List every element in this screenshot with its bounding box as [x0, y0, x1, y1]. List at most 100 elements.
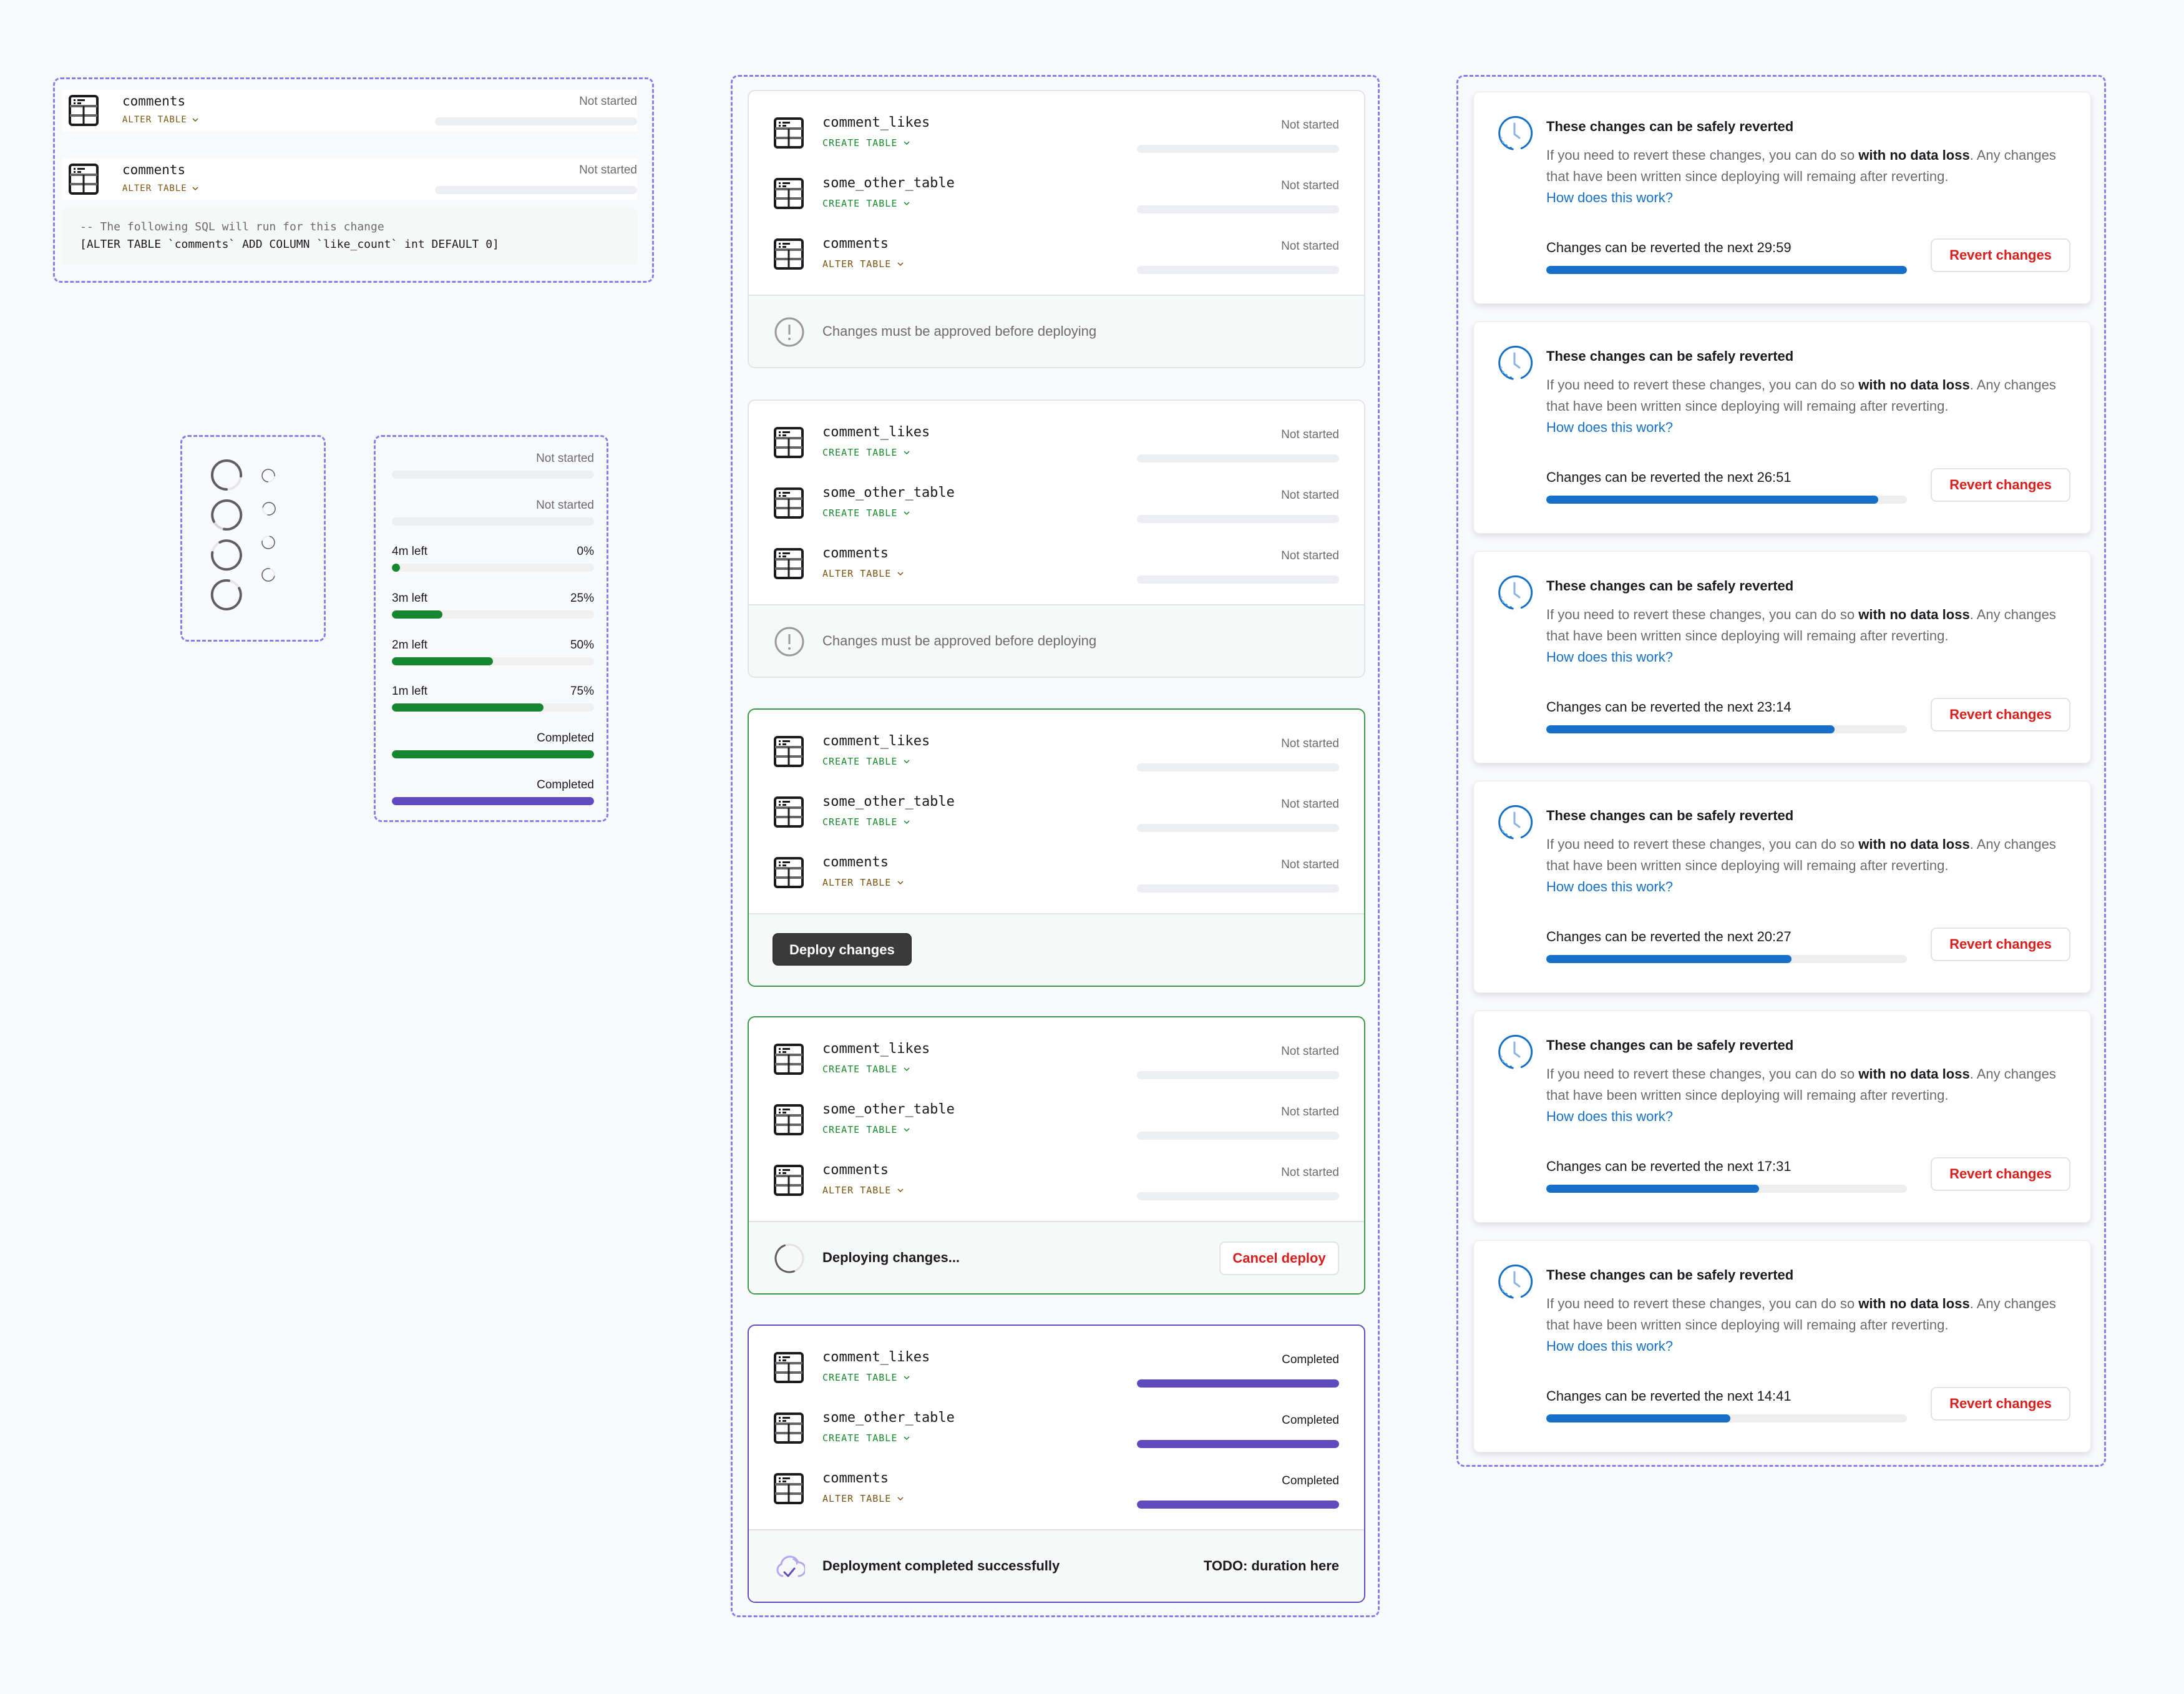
- cancel-deploy-button[interactable]: Cancel deploy: [1219, 1241, 1339, 1275]
- table-change-row: some_other_table CREATE TABLE Not started: [749, 785, 1364, 845]
- row-progress-bar: [1137, 1501, 1339, 1509]
- change-type-toggle[interactable]: CREATE TABLE: [822, 756, 911, 767]
- change-type-toggle[interactable]: ALTER TABLE: [822, 258, 905, 270]
- chevron-up-icon: [192, 187, 198, 191]
- card-footer: Deploying changes... Cancel deploy: [749, 1221, 1364, 1293]
- countdown-time: 29:59: [1757, 240, 1792, 255]
- revert-description: If you need to revert these changes, you…: [1546, 834, 2070, 898]
- how-does-this-work-link[interactable]: How does this work?: [1546, 876, 2070, 898]
- change-type-toggle[interactable]: ALTER TABLE: [122, 184, 200, 193]
- progress-track: [392, 703, 594, 712]
- clock-countdown-icon: [1496, 1034, 1534, 1071]
- table-icon: [774, 796, 804, 828]
- change-type-toggle[interactable]: ALTER TABLE: [822, 1185, 905, 1196]
- how-does-this-work-link[interactable]: How does this work?: [1546, 417, 2070, 438]
- change-type-toggle[interactable]: CREATE TABLE: [822, 816, 911, 828]
- change-type-toggle[interactable]: CREATE TABLE: [822, 1432, 911, 1444]
- revert-window-progress: [1546, 725, 1907, 733]
- how-does-this-work-link[interactable]: How does this work?: [1546, 187, 2070, 208]
- change-type-toggle[interactable]: CREATE TABLE: [822, 1372, 911, 1383]
- revert-changes-button[interactable]: Revert changes: [1931, 1157, 2070, 1191]
- card-footer: Changes must be approved before deployin…: [749, 295, 1364, 367]
- how-does-this-work-link[interactable]: How does this work?: [1546, 1106, 2070, 1127]
- completion-message: Deployment completed successfully: [822, 1558, 1060, 1574]
- progress-value: Completed: [537, 732, 594, 745]
- deploy-card-completed: comment_likes CREATE TABLE Completed some_o…: [748, 1324, 1365, 1603]
- progress-time-left: 3m left: [392, 592, 428, 605]
- countdown-time: 26:51: [1757, 469, 1792, 485]
- progress-track: [392, 797, 594, 805]
- change-type-toggle[interactable]: CREATE TABLE: [822, 447, 911, 458]
- change-type-toggle[interactable]: ALTER TABLE: [822, 568, 905, 579]
- change-type-toggle[interactable]: ALTER TABLE: [822, 877, 905, 888]
- progress-item: Not started: [392, 499, 594, 536]
- change-type-toggle[interactable]: ALTER TABLE: [822, 1493, 905, 1504]
- deploy-card-needs-approval: comment_likes CREATE TABLE Not started some…: [748, 90, 1365, 368]
- change-type-label: CREATE TABLE: [822, 1432, 898, 1444]
- countdown-prefix: Changes can be reverted the next: [1546, 469, 1757, 485]
- deploy-changes-button[interactable]: Deploy changes: [773, 933, 912, 966]
- table-icon: [69, 95, 99, 126]
- change-type-toggle[interactable]: CREATE TABLE: [822, 507, 911, 519]
- revert-window-progress: [1546, 496, 1907, 504]
- clock-countdown-icon: [1496, 1263, 1534, 1301]
- how-does-this-work-link[interactable]: How does this work?: [1546, 647, 2070, 668]
- revert-description-emphasis: with no data loss: [1858, 377, 1970, 393]
- change-type-label: CREATE TABLE: [822, 816, 898, 828]
- progress-value: Not started: [536, 499, 594, 512]
- table-name: comment_likes: [822, 1349, 930, 1365]
- change-type-label: ALTER TABLE: [122, 184, 187, 193]
- revert-changes-button[interactable]: Revert changes: [1931, 238, 2070, 272]
- card-footer: Deployment completed successfully TODO: d…: [749, 1529, 1364, 1602]
- revert-window-progress: [1546, 955, 1907, 963]
- revert-title: These changes can be safely reverted: [1546, 578, 1794, 594]
- row-progress-bar: [1137, 575, 1339, 584]
- warning-circle-icon: [774, 626, 805, 657]
- revert-description-emphasis: with no data loss: [1858, 836, 1970, 852]
- table-name: comments: [822, 546, 889, 561]
- revert-window-fill: [1546, 955, 1792, 963]
- row-progress-bar: [1137, 454, 1339, 463]
- chevron-down-icon: [897, 262, 904, 267]
- change-type-toggle[interactable]: CREATE TABLE: [822, 1124, 911, 1135]
- change-type-toggle[interactable]: CREATE TABLE: [822, 1064, 911, 1075]
- change-type-toggle[interactable]: ALTER TABLE: [122, 115, 200, 125]
- table-icon: [774, 548, 804, 579]
- revert-countdown: Changes can be reverted the next 29:59: [1546, 240, 1792, 256]
- table-icon: [774, 736, 804, 767]
- change-type-toggle[interactable]: CREATE TABLE: [822, 198, 911, 209]
- sql-statement: [ALTER TABLE `comments` ADD COLUMN `like…: [80, 238, 499, 251]
- revert-description-text: If you need to revert these changes, you…: [1546, 1296, 1859, 1311]
- change-type-label: ALTER TABLE: [822, 1185, 892, 1196]
- deploy-card-deploying: comment_likes CREATE TABLE Not started some…: [748, 1016, 1365, 1295]
- change-type-toggle[interactable]: CREATE TABLE: [822, 137, 911, 149]
- spinner-large-icon: [210, 579, 242, 610]
- progress-track: [392, 750, 594, 758]
- table-name: comments: [822, 1162, 889, 1178]
- progress-value: Not started: [536, 452, 594, 465]
- progress-item: 4m left 0%: [392, 545, 594, 582]
- revert-countdown: Changes can be reverted the next 14:41: [1546, 1388, 1792, 1404]
- table-change-row: comments ALTER TABLE Not started: [749, 537, 1364, 597]
- table-change-row: comments ALTER TABLE Not started: [749, 227, 1364, 287]
- table-name: some_other_table: [822, 794, 955, 810]
- revert-description-text: If you need to revert these changes, you…: [1546, 607, 1859, 622]
- revert-window-fill: [1546, 725, 1835, 733]
- deploy-card-needs-approval: comment_likes CREATE TABLE Not started some…: [748, 399, 1365, 678]
- revert-changes-button[interactable]: Revert changes: [1931, 468, 2070, 502]
- progress-value: 50%: [570, 639, 594, 652]
- how-does-this-work-link[interactable]: How does this work?: [1546, 1336, 2070, 1357]
- row-progress-bar: [1137, 1132, 1339, 1140]
- revert-description: If you need to revert these changes, you…: [1546, 145, 2070, 208]
- change-type-label: CREATE TABLE: [822, 137, 898, 149]
- warning-circle-icon: [774, 316, 805, 348]
- countdown-prefix: Changes can be reverted the next: [1546, 240, 1757, 255]
- revert-changes-button[interactable]: Revert changes: [1931, 928, 2070, 961]
- revert-countdown: Changes can be reverted the next 23:14: [1546, 699, 1792, 715]
- progress-item: 2m left 50%: [392, 639, 594, 676]
- revert-changes-button[interactable]: Revert changes: [1931, 1387, 2070, 1421]
- revert-changes-button[interactable]: Revert changes: [1931, 698, 2070, 732]
- card-footer: Deploy changes: [749, 913, 1364, 986]
- row-status: Not started: [579, 95, 637, 108]
- revert-description-text: If you need to revert these changes, you…: [1546, 1066, 1859, 1082]
